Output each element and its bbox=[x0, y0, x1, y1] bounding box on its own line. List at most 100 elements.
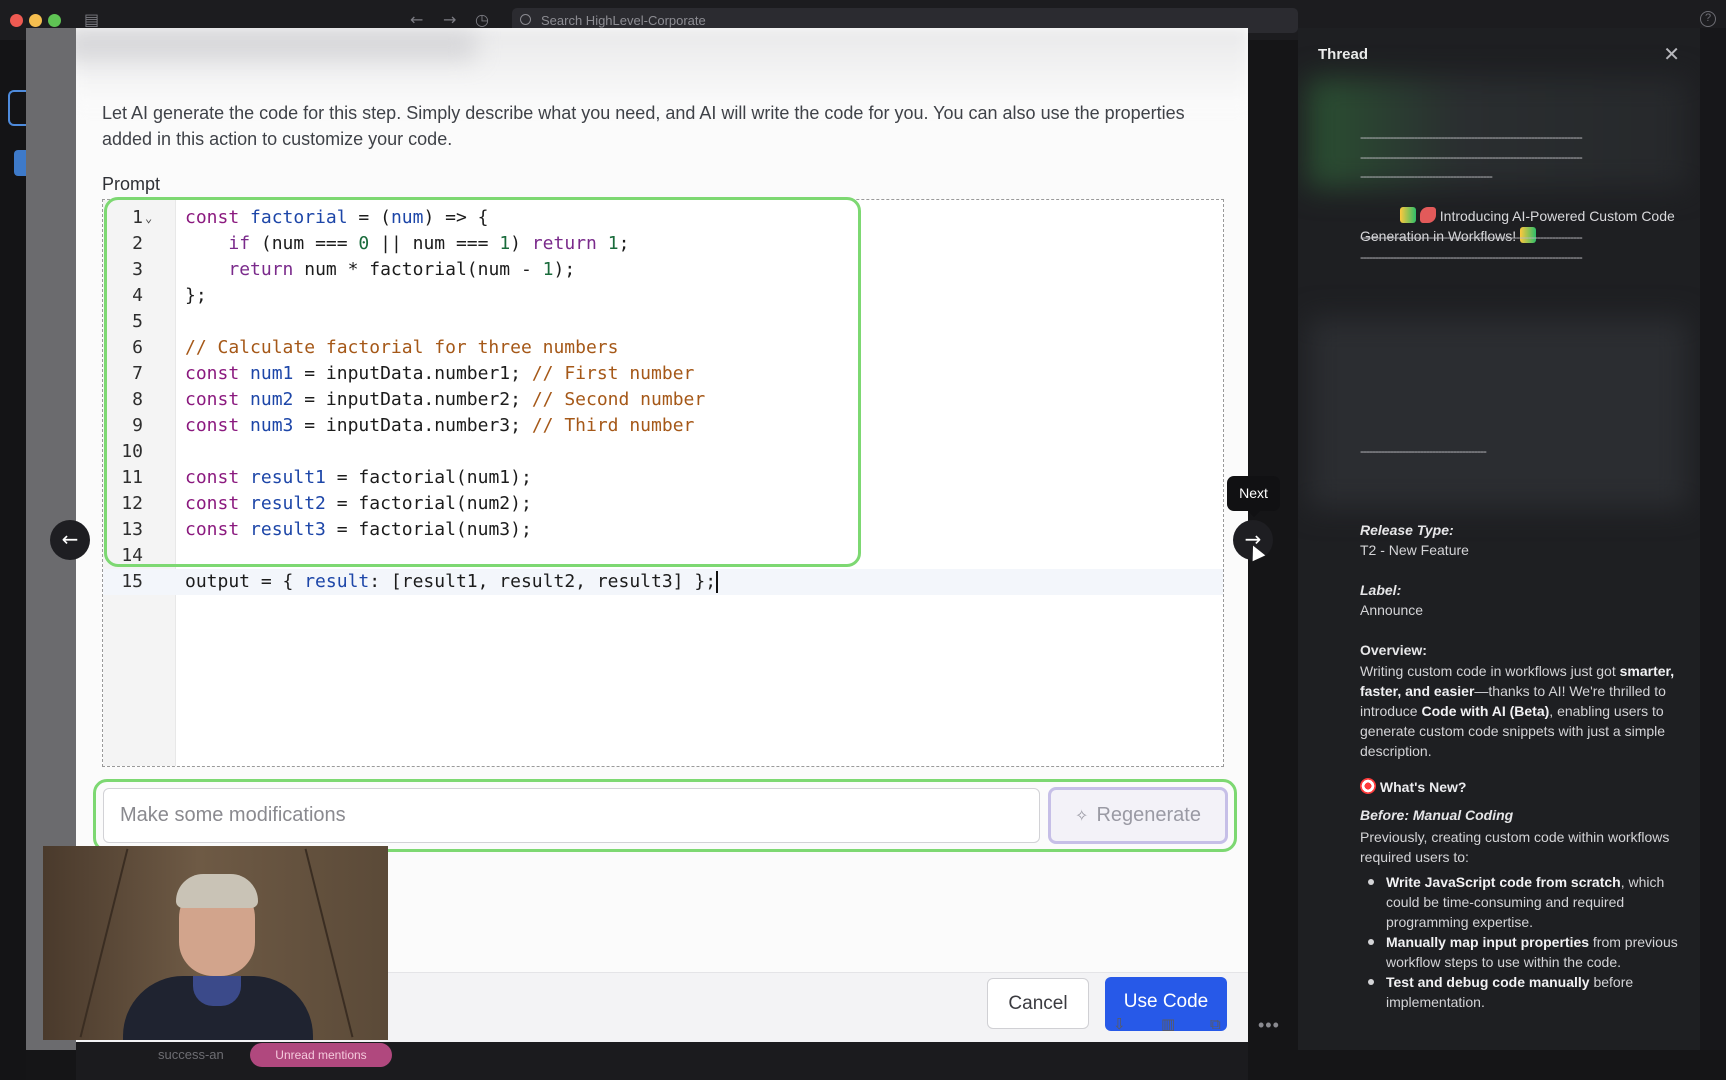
code-line[interactable]: 1 ⌄ const factorial = (num) => { bbox=[103, 205, 1223, 231]
presenter-hair bbox=[176, 874, 258, 908]
arrow-left-icon: ← bbox=[61, 527, 79, 551]
divider: ----------------------------------------… bbox=[1360, 130, 1583, 144]
fold-chevron-icon[interactable]: ⌄ bbox=[145, 205, 152, 231]
code-line[interactable]: 5 bbox=[103, 309, 1223, 335]
webcam-wall-line-right bbox=[304, 848, 354, 1038]
bullet-item: Test and debug code manually before impl… bbox=[1360, 972, 1682, 1012]
code-text: return num * factorial(num - 1); bbox=[228, 259, 576, 280]
workspace-icon[interactable] bbox=[8, 90, 26, 126]
whats-new-heading: What's New? bbox=[1360, 778, 1466, 795]
line-number: 8 bbox=[132, 389, 143, 410]
code-lines: 1 ⌄ const factorial = (num) => { 2 if (num … bbox=[103, 205, 1223, 595]
release-type-value: T2 - New Feature bbox=[1360, 542, 1469, 558]
code-text: // Calculate factorial for three numbers bbox=[185, 337, 619, 358]
history-clock-icon[interactable]: ◷ bbox=[475, 11, 489, 29]
line-number: 1 bbox=[132, 207, 143, 228]
before-manual-coding-label: Before: Manual Coding bbox=[1360, 807, 1514, 823]
sidebar-toggle-icon[interactable]: ▤ bbox=[84, 11, 99, 29]
label-label: Label: bbox=[1360, 582, 1402, 598]
code-line[interactable]: 13 const result3 = factorial(num3); bbox=[103, 517, 1223, 543]
code-line[interactable]: 9 const num3 = inputData.number3; // Thir… bbox=[103, 413, 1223, 439]
help-icon[interactable]: ? bbox=[1700, 11, 1716, 27]
code-line[interactable]: 7 const num1 = inputData.number1; // Firs… bbox=[103, 361, 1223, 387]
presenter-webcam bbox=[43, 846, 388, 1040]
line-number: 15 bbox=[121, 571, 143, 592]
code-line[interactable]: 3 return num * factorial(num - 1); bbox=[103, 257, 1223, 283]
modal-description: Let AI generate the code for this step. … bbox=[102, 103, 1185, 149]
line-number: 11 bbox=[121, 467, 143, 488]
release-type-label: Release Type: bbox=[1360, 522, 1454, 538]
popout-icon[interactable]: ⧉ bbox=[1210, 1015, 1221, 1033]
maximize-window-button[interactable] bbox=[48, 14, 61, 27]
cancel-button[interactable]: Cancel bbox=[987, 978, 1089, 1029]
bullet-item: Manually map input properties from previ… bbox=[1360, 932, 1682, 972]
code-line[interactable]: 11 const result1 = factorial(num1); bbox=[103, 465, 1223, 491]
bullet-item: Write JavaScript code from scratch, whic… bbox=[1360, 872, 1682, 932]
more-options-icon[interactable]: ••• bbox=[1258, 1015, 1280, 1036]
code-line[interactable]: 6 // Calculate factorial for three number… bbox=[103, 335, 1223, 361]
line-number: 9 bbox=[132, 415, 143, 436]
code-editor[interactable]: 1 ⌄ const factorial = (num) => { 2 if (num … bbox=[102, 199, 1224, 767]
modifications-input[interactable] bbox=[103, 788, 1040, 843]
blurred-image bbox=[1308, 318, 1688, 508]
divider: ----------------------------------------… bbox=[1360, 169, 1493, 183]
sparkle-icon: ✧ bbox=[1075, 807, 1089, 825]
line-number: 12 bbox=[121, 493, 143, 514]
back-arrow-icon[interactable]: ← bbox=[410, 11, 423, 29]
code-line[interactable]: 14 bbox=[103, 543, 1223, 569]
thread-title: Thread bbox=[1318, 46, 1369, 63]
search-icon bbox=[520, 14, 531, 25]
line-number: 7 bbox=[132, 363, 143, 384]
line-number: 4 bbox=[132, 285, 143, 306]
label-value: Announce bbox=[1360, 602, 1424, 618]
before-text: Previously, creating custom code within … bbox=[1360, 829, 1670, 865]
channel-name[interactable]: success-an bbox=[158, 1047, 224, 1062]
code-text: output = { result: [result1, result2, re… bbox=[185, 571, 719, 593]
split-view-icon[interactable]: ▥ bbox=[1161, 1015, 1175, 1033]
code-line[interactable]: 12 const result2 = factorial(num2); bbox=[103, 491, 1223, 517]
workspace-search-placeholder: Search HighLevel-Corporate bbox=[541, 13, 706, 28]
header-blur-bar bbox=[76, 30, 476, 60]
text-caret bbox=[716, 571, 719, 593]
code-text: }; bbox=[185, 285, 207, 306]
unread-mentions-badge[interactable]: Unread mentions bbox=[250, 1043, 392, 1067]
close-window-button[interactable] bbox=[10, 14, 23, 27]
forward-arrow-icon[interactable]: → bbox=[443, 11, 456, 29]
overview-label: Overview: bbox=[1360, 642, 1427, 658]
arrows-emoji-icon bbox=[1400, 207, 1416, 223]
line-number: 5 bbox=[132, 311, 143, 332]
overview-bold-2: Code with AI (Beta) bbox=[1421, 703, 1550, 719]
code-line[interactable]: 2 if (num === 0 || num === 1) return 1; bbox=[103, 231, 1223, 257]
regenerate-button[interactable]: ✧ Regenerate bbox=[1048, 787, 1228, 844]
code-text: if (num === 0 || num === 1) return 1; bbox=[228, 233, 630, 254]
window-right-edge bbox=[1700, 28, 1726, 1050]
rocket-emoji-icon bbox=[1419, 207, 1436, 223]
code-text: const result2 = factorial(num2); bbox=[185, 493, 532, 514]
divider: ----------------------------------------… bbox=[1360, 230, 1583, 244]
line-number: 13 bbox=[121, 519, 143, 540]
code-text: const result3 = factorial(num3); bbox=[185, 519, 532, 540]
code-line[interactable]: 4}; bbox=[103, 283, 1223, 309]
code-text: const num2 = inputData.number2; // Secon… bbox=[185, 389, 706, 410]
code-text: const result1 = factorial(num1); bbox=[185, 467, 532, 488]
close-icon[interactable]: ✕ bbox=[1663, 42, 1680, 66]
target-emoji-icon bbox=[1360, 778, 1376, 794]
minimize-window-button[interactable] bbox=[29, 14, 42, 27]
line-number: 6 bbox=[132, 337, 143, 358]
previous-button[interactable]: ← bbox=[50, 520, 90, 560]
bullet-bold: Manually map input properties bbox=[1386, 934, 1590, 950]
divider: ----------------------------------------… bbox=[1360, 250, 1583, 264]
before-bullets: Write JavaScript code from scratch, whic… bbox=[1360, 872, 1682, 1012]
code-line[interactable]: 15 output = { result: [result1, result2, … bbox=[103, 569, 1223, 595]
line-number: 2 bbox=[132, 233, 143, 254]
regenerate-label: Regenerate bbox=[1096, 804, 1201, 826]
code-line[interactable]: 8 const num2 = inputData.number2; // Seco… bbox=[103, 387, 1223, 413]
divider: ----------------------------------------… bbox=[1360, 444, 1487, 458]
bullet-bold: Test and debug code manually bbox=[1386, 974, 1590, 990]
webcam-wall-line-left bbox=[79, 848, 129, 1038]
workspace-icon-secondary[interactable] bbox=[14, 150, 26, 176]
code-line[interactable]: 10 bbox=[103, 439, 1223, 465]
code-text: const factorial = (num) => { bbox=[185, 207, 489, 228]
download-icon[interactable]: ⇩ bbox=[1113, 1015, 1126, 1033]
prompt-label: Prompt bbox=[102, 174, 161, 194]
